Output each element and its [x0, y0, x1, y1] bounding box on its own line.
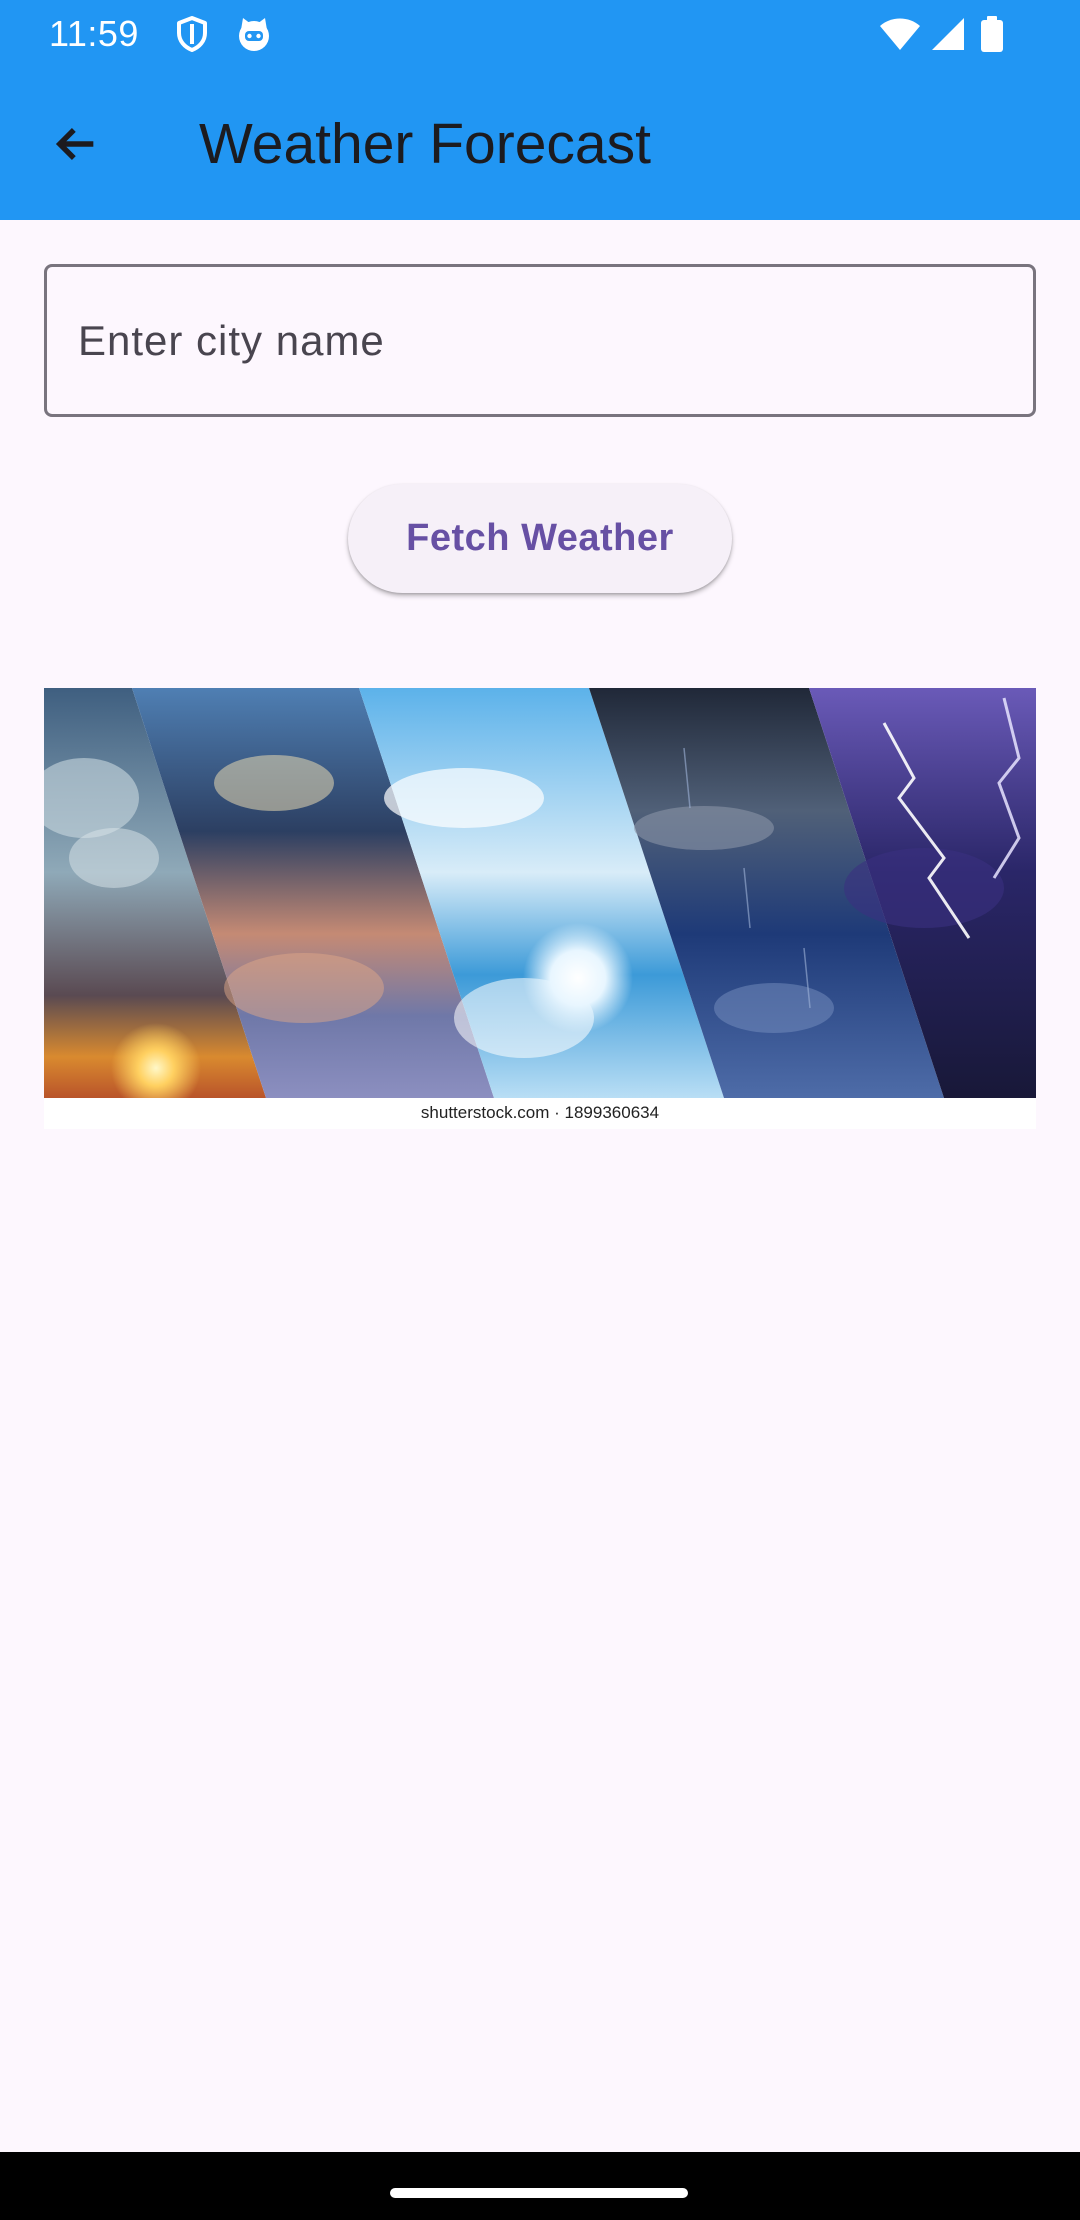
wifi-icon — [880, 18, 920, 50]
fetch-weather-button[interactable]: Fetch Weather — [348, 484, 732, 593]
status-bar: 11:59 — [0, 0, 1080, 68]
page-title: Weather Forecast — [199, 112, 651, 176]
city-name-input[interactable] — [44, 264, 1036, 417]
back-button[interactable] — [36, 104, 116, 184]
cell-signal-icon — [932, 18, 964, 50]
battery-icon — [981, 16, 1003, 52]
app-bar: Weather Forecast — [0, 68, 1080, 220]
system-navigation-bar — [0, 2152, 1080, 2220]
weather-collage-image: shutterstock.com · 1899360634 — [44, 688, 1036, 1129]
image-watermark: shutterstock.com · 1899360634 — [420, 1103, 660, 1122]
weather-collage-graphic — [44, 688, 1036, 1098]
status-time: 11:59 — [49, 13, 139, 54]
arrow-back-icon — [55, 128, 94, 160]
shield-icon — [177, 16, 207, 52]
home-gesture-handle[interactable] — [390, 2188, 688, 2198]
cat-face-icon — [239, 18, 269, 51]
